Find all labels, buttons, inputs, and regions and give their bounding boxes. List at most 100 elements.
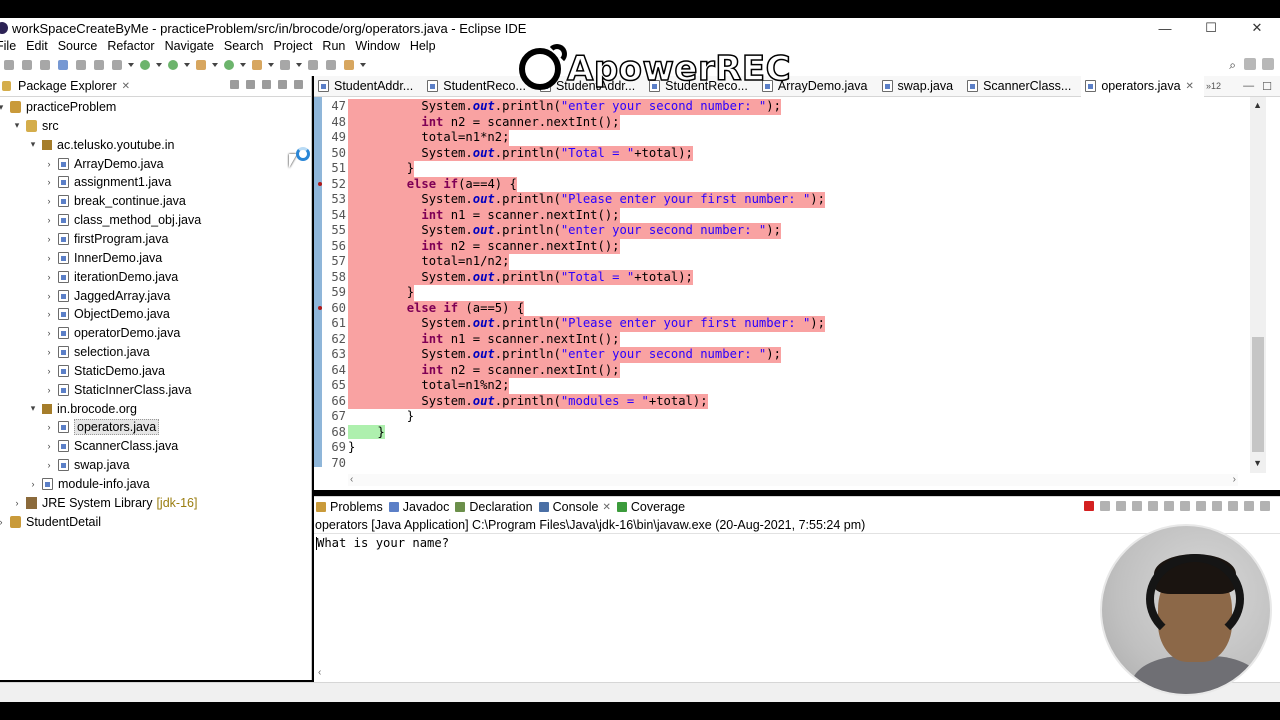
- save-icon[interactable]: [22, 60, 32, 70]
- code-line[interactable]: 64 int n2 = scanner.nextInt();: [314, 362, 1249, 378]
- next-annotation-icon[interactable]: [308, 60, 318, 70]
- tree-item[interactable]: › assignment1.java: [44, 173, 172, 191]
- link-editor-icon[interactable]: [246, 80, 255, 89]
- run-icon[interactable]: [140, 60, 150, 70]
- menu-navigate[interactable]: Navigate: [165, 39, 214, 53]
- terminal-icon[interactable]: [58, 60, 68, 70]
- scroll-left-icon[interactable]: ‹: [350, 474, 353, 485]
- chevron-down-icon[interactable]: [360, 63, 366, 67]
- external-tools-icon[interactable]: [196, 60, 206, 70]
- code-line[interactable]: 60 else if (a==5) {: [314, 300, 1249, 316]
- code-line[interactable]: 57 total=n1/n2;: [314, 254, 1249, 270]
- menu-edit[interactable]: Edit: [26, 39, 48, 53]
- tab-console[interactable]: Console ✕: [537, 500, 615, 514]
- close-icon[interactable]: ✕: [1186, 81, 1194, 92]
- search-icon[interactable]: ⌕: [1229, 58, 1236, 73]
- tree-item[interactable]: › JRE System Library [jdk-16]: [12, 494, 198, 512]
- code-line[interactable]: 55 System.out.println("enter your second…: [314, 223, 1249, 239]
- tab-coverage[interactable]: Coverage: [615, 500, 689, 514]
- code-line[interactable]: 67 }: [314, 409, 1249, 425]
- tree-item[interactable]: › break_continue.java: [44, 192, 186, 210]
- chevron-right-icon[interactable]: ›: [44, 196, 54, 206]
- scroll-right-icon[interactable]: ›: [1233, 474, 1236, 485]
- code-line[interactable]: 50 System.out.println("Total = "+total);: [314, 145, 1249, 161]
- more-tabs-indicator[interactable]: »12: [1206, 81, 1221, 91]
- chevron-right-icon[interactable]: ›: [44, 460, 54, 470]
- scroll-lock-icon[interactable]: [1148, 501, 1158, 511]
- tree-item[interactable]: › StaticDemo.java: [44, 362, 166, 380]
- open-perspective-icon[interactable]: [1244, 58, 1256, 70]
- maximize-button[interactable]: ☐: [1188, 18, 1234, 38]
- new-console-icon[interactable]: [1212, 501, 1222, 511]
- chevron-right-icon[interactable]: ›: [44, 422, 54, 432]
- code-line[interactable]: 47 System.out.println("enter your second…: [314, 99, 1249, 115]
- tree-item[interactable]: › module-info.java: [28, 475, 150, 493]
- code-line[interactable]: 59 }: [314, 285, 1249, 301]
- new-icon[interactable]: [4, 60, 14, 70]
- code-line[interactable]: 51 }: [314, 161, 1249, 177]
- back-icon[interactable]: [344, 60, 354, 70]
- collapse-all-icon[interactable]: [230, 80, 239, 89]
- code-line[interactable]: 52 else if(a==4) {: [314, 176, 1249, 192]
- chevron-down-icon[interactable]: ▾: [0, 102, 6, 113]
- minimize-icon[interactable]: [278, 80, 287, 89]
- close-button[interactable]: ✕: [1234, 18, 1280, 38]
- java-perspective-icon[interactable]: [1262, 58, 1274, 70]
- code-line[interactable]: 53 System.out.println("Please enter your…: [314, 192, 1249, 208]
- terminate-icon[interactable]: [1084, 501, 1094, 511]
- chevron-right-icon[interactable]: ›: [44, 328, 54, 338]
- tree-item[interactable]: › operators.java: [44, 418, 160, 436]
- code-line[interactable]: 48 int n2 = scanner.nextInt();: [314, 114, 1249, 130]
- menu-file[interactable]: File: [0, 39, 16, 53]
- tab-problems[interactable]: Problems: [314, 500, 387, 514]
- view-menu-icon[interactable]: [1228, 501, 1238, 511]
- coverage-run-icon[interactable]: [168, 60, 178, 70]
- package-explorer-tab[interactable]: Package Explorer ✕: [0, 76, 311, 97]
- menu-help[interactable]: Help: [410, 39, 436, 53]
- open-type-icon[interactable]: [252, 60, 262, 70]
- tree-item[interactable]: › ObjectDemo.java: [44, 305, 170, 323]
- tab-declaration[interactable]: Declaration: [453, 500, 536, 514]
- editor-tab[interactable]: swap.java: [878, 76, 964, 97]
- code-line[interactable]: 68 }: [314, 424, 1249, 441]
- toggle-icon[interactable]: [94, 60, 104, 70]
- tree-item[interactable]: › firstProgram.java: [44, 230, 169, 248]
- tree-item[interactable]: › InnerDemo.java: [44, 249, 163, 267]
- scroll-left-icon[interactable]: ‹: [318, 667, 321, 678]
- code-line[interactable]: 61 System.out.println("Please enter your…: [314, 316, 1249, 332]
- code-line[interactable]: 63 System.out.println("enter your second…: [314, 347, 1249, 363]
- chevron-down-icon[interactable]: [240, 63, 246, 67]
- chevron-down-icon[interactable]: [296, 63, 302, 67]
- chevron-right-icon[interactable]: ›: [44, 366, 54, 376]
- tree-item[interactable]: ▾ ac.telusko.youtube.in: [28, 136, 175, 154]
- clear-console-icon[interactable]: [1132, 501, 1142, 511]
- code-line[interactable]: 62 int n1 = scanner.nextInt();: [314, 331, 1249, 347]
- pin-console-icon[interactable]: [1180, 501, 1190, 511]
- chevron-right-icon[interactable]: ›: [44, 291, 54, 301]
- word-wrap-icon[interactable]: [1164, 501, 1174, 511]
- scroll-up-icon[interactable]: ▲: [1253, 100, 1262, 110]
- chevron-down-icon[interactable]: ▾: [12, 120, 22, 131]
- tree-item[interactable]: › StudentDetail: [0, 513, 101, 531]
- editor-tab[interactable]: ScannerClass...: [963, 76, 1081, 97]
- menu-source[interactable]: Source: [58, 39, 98, 53]
- editor-horizontal-scrollbar[interactable]: ‹ ›: [348, 474, 1238, 486]
- error-marker-icon[interactable]: [318, 305, 322, 310]
- chevron-right-icon[interactable]: ›: [44, 177, 54, 187]
- menu-run[interactable]: Run: [322, 39, 345, 53]
- menu-refactor[interactable]: Refactor: [107, 39, 154, 53]
- code-line[interactable]: 69}: [314, 440, 1249, 456]
- tree-item[interactable]: › class_method_obj.java: [44, 211, 202, 229]
- chevron-right-icon[interactable]: ›: [44, 385, 54, 395]
- menu-search[interactable]: Search: [224, 39, 264, 53]
- tree-item[interactable]: › iterationDemo.java: [44, 268, 179, 286]
- close-icon[interactable]: ✕: [122, 81, 130, 92]
- code-line[interactable]: 58 System.out.println("Total = "+total);: [314, 269, 1249, 285]
- editor-vertical-scrollbar[interactable]: [1250, 97, 1266, 473]
- menu-project[interactable]: Project: [274, 39, 313, 53]
- code-line[interactable]: 54 int n1 = scanner.nextInt();: [314, 207, 1249, 223]
- remove-all-icon[interactable]: [1116, 501, 1126, 511]
- new-java-project-icon[interactable]: [224, 60, 234, 70]
- skip-breakpoints-icon[interactable]: [76, 60, 86, 70]
- maximize-icon[interactable]: [1260, 501, 1270, 511]
